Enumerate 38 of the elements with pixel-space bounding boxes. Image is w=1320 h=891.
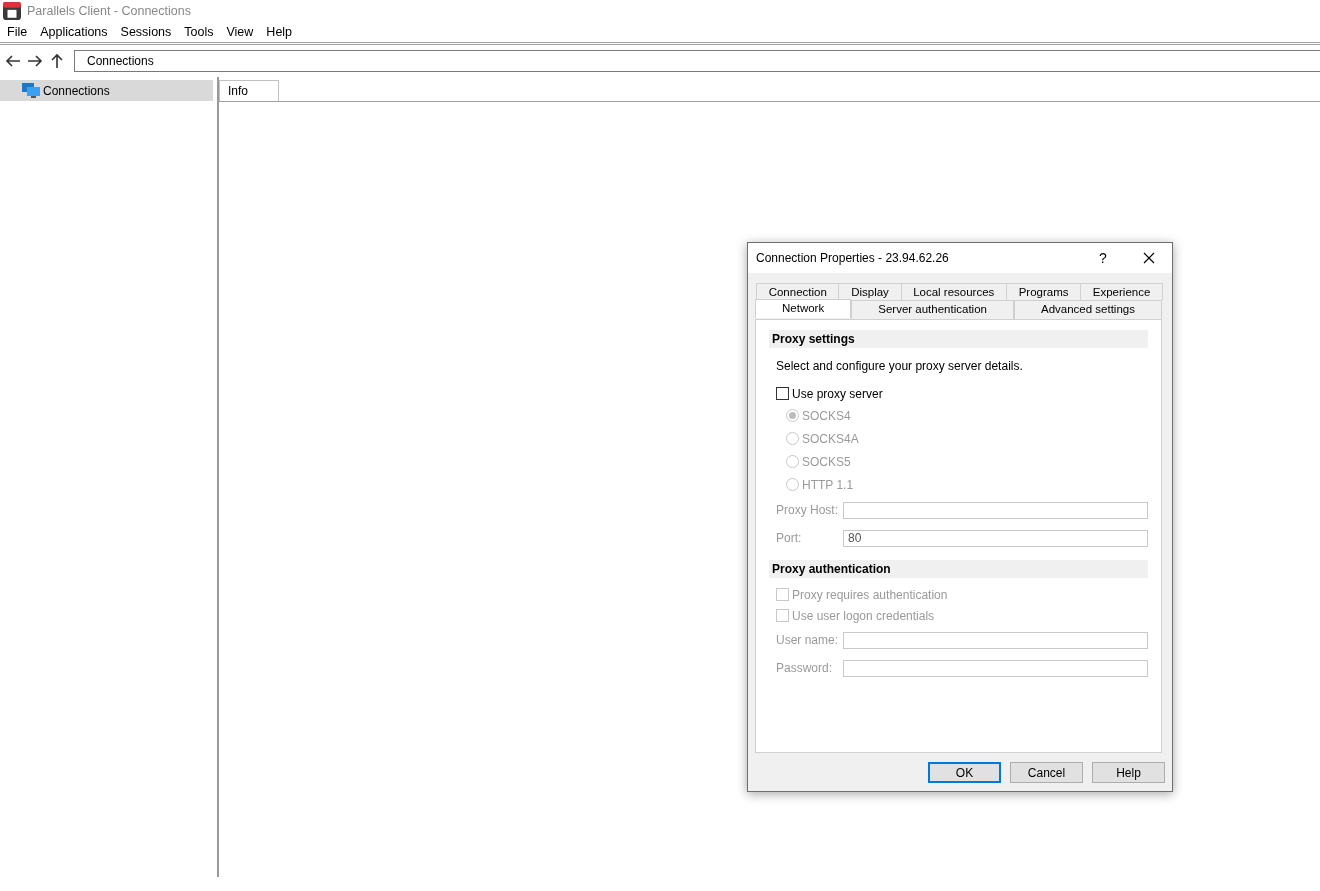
tab[interactable]: Network	[755, 299, 852, 318]
dialog-button[interactable]: Help	[1092, 762, 1165, 783]
radio-label: SOCKS4	[802, 408, 851, 423]
tab[interactable]: Programs	[1006, 283, 1082, 300]
radio-label: HTTP 1.1	[802, 477, 854, 492]
menu-item[interactable]: Applications	[33, 25, 114, 39]
help-button[interactable]: ?	[1080, 249, 1126, 267]
checkbox[interactable]	[776, 387, 789, 400]
close-icon	[1143, 252, 1155, 264]
tab[interactable]: Info	[219, 80, 279, 101]
menu-item[interactable]: View	[219, 25, 260, 39]
menu-item[interactable]: File	[0, 25, 34, 39]
window-title: Parallels Client - Connections	[27, 4, 191, 18]
tab[interactable]: Advanced settings	[1013, 300, 1162, 319]
dialog-title: Connection Properties - 23.94.62.26	[756, 251, 950, 265]
menu-item[interactable]: Sessions	[113, 25, 178, 39]
section-heading: Proxy authentication	[769, 560, 1148, 578]
field-label: User name:	[776, 633, 840, 647]
section-heading: Proxy settings	[769, 330, 1148, 348]
field-label: Port:	[776, 531, 803, 545]
checkbox-label: Proxy requires authentication	[792, 587, 948, 602]
checkbox-label: Use proxy server	[792, 386, 883, 401]
tab[interactable]: Server authentication	[851, 300, 1014, 319]
radio-label: SOCKS4A	[802, 431, 859, 446]
field-label: Proxy Host:	[776, 503, 839, 517]
sidebar-item[interactable]: Connections	[0, 80, 213, 101]
dialog-button[interactable]: Cancel	[1010, 762, 1083, 783]
checkbox-label: Use user logon credentials	[792, 608, 935, 623]
radio-label: SOCKS5	[802, 454, 851, 469]
monitors-icon	[22, 82, 40, 99]
dialog-button[interactable]: OK	[928, 762, 1001, 783]
field-label: Password:	[776, 661, 834, 675]
tab[interactable]: Experience	[1080, 283, 1163, 300]
tab[interactable]: Display	[838, 283, 902, 300]
description-text: Select and configure your proxy server details.	[775, 358, 1024, 375]
menu-item[interactable]: Tools	[177, 25, 220, 39]
address-field[interactable]: Connections	[74, 50, 1320, 72]
menu-item[interactable]: Help	[259, 25, 299, 39]
